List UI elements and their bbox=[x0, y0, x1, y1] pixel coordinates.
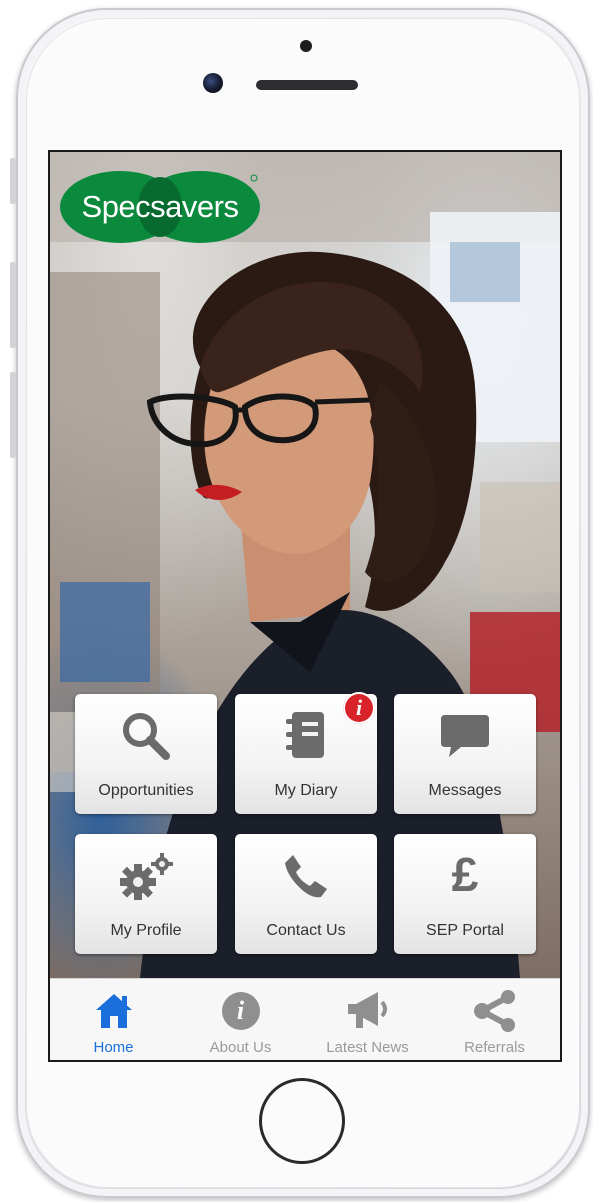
tile-sep-portal[interactable]: £ SEP Portal bbox=[394, 834, 536, 954]
home-button[interactable] bbox=[259, 1078, 345, 1164]
chat-bubble-icon bbox=[394, 708, 536, 764]
info-icon: i bbox=[177, 989, 304, 1033]
search-icon bbox=[75, 708, 217, 764]
home-icon bbox=[50, 989, 177, 1033]
tile-label: Messages bbox=[428, 782, 502, 799]
gears-icon bbox=[75, 848, 217, 904]
tab-label: Latest News bbox=[326, 1039, 409, 1056]
tile-opportunities[interactable]: Opportunities bbox=[75, 694, 217, 814]
tab-referrals[interactable]: Referrals bbox=[431, 979, 558, 1060]
earpiece-speaker bbox=[256, 80, 358, 90]
specsavers-logo: Specsavers bbox=[60, 170, 260, 244]
tile-label: SEP Portal bbox=[426, 922, 504, 939]
logo-wordmark: Specsavers bbox=[81, 189, 239, 224]
share-icon bbox=[431, 989, 558, 1033]
silent-switch bbox=[10, 158, 16, 204]
tile-label: Contact Us bbox=[266, 922, 346, 939]
phone-icon bbox=[235, 848, 377, 904]
tile-my-diary[interactable]: i My Diary bbox=[235, 692, 377, 814]
bottom-tab-bar: Home i About Us Latest News Referrals bbox=[50, 978, 560, 1060]
tile-label: My Diary bbox=[274, 782, 338, 799]
tab-home[interactable]: Home bbox=[50, 979, 177, 1060]
tile-my-profile[interactable]: My Profile bbox=[75, 834, 217, 954]
volume-up-button bbox=[10, 262, 16, 348]
pound-glyph: £ bbox=[451, 849, 479, 902]
tab-about-us[interactable]: i About Us bbox=[177, 979, 304, 1060]
front-camera bbox=[203, 73, 223, 93]
diary-info-badge: i bbox=[343, 692, 375, 724]
tab-label: About Us bbox=[209, 1039, 272, 1056]
volume-down-button bbox=[10, 372, 16, 458]
tile-contact-us[interactable]: Contact Us bbox=[235, 834, 377, 954]
pound-icon: £ bbox=[394, 848, 536, 904]
proximity-sensor bbox=[300, 40, 312, 52]
tile-messages[interactable]: Messages bbox=[394, 694, 536, 814]
tab-label: Referrals bbox=[464, 1039, 525, 1056]
info-glyph: i bbox=[236, 996, 245, 1025]
tile-label: Opportunities bbox=[98, 782, 194, 799]
tab-latest-news[interactable]: Latest News bbox=[304, 979, 431, 1060]
megaphone-icon bbox=[304, 989, 431, 1033]
tab-label: Home bbox=[93, 1039, 134, 1056]
tile-label: My Profile bbox=[110, 922, 182, 939]
app-screen: Specsavers Opportunities i My Diary Mess… bbox=[48, 150, 562, 1062]
